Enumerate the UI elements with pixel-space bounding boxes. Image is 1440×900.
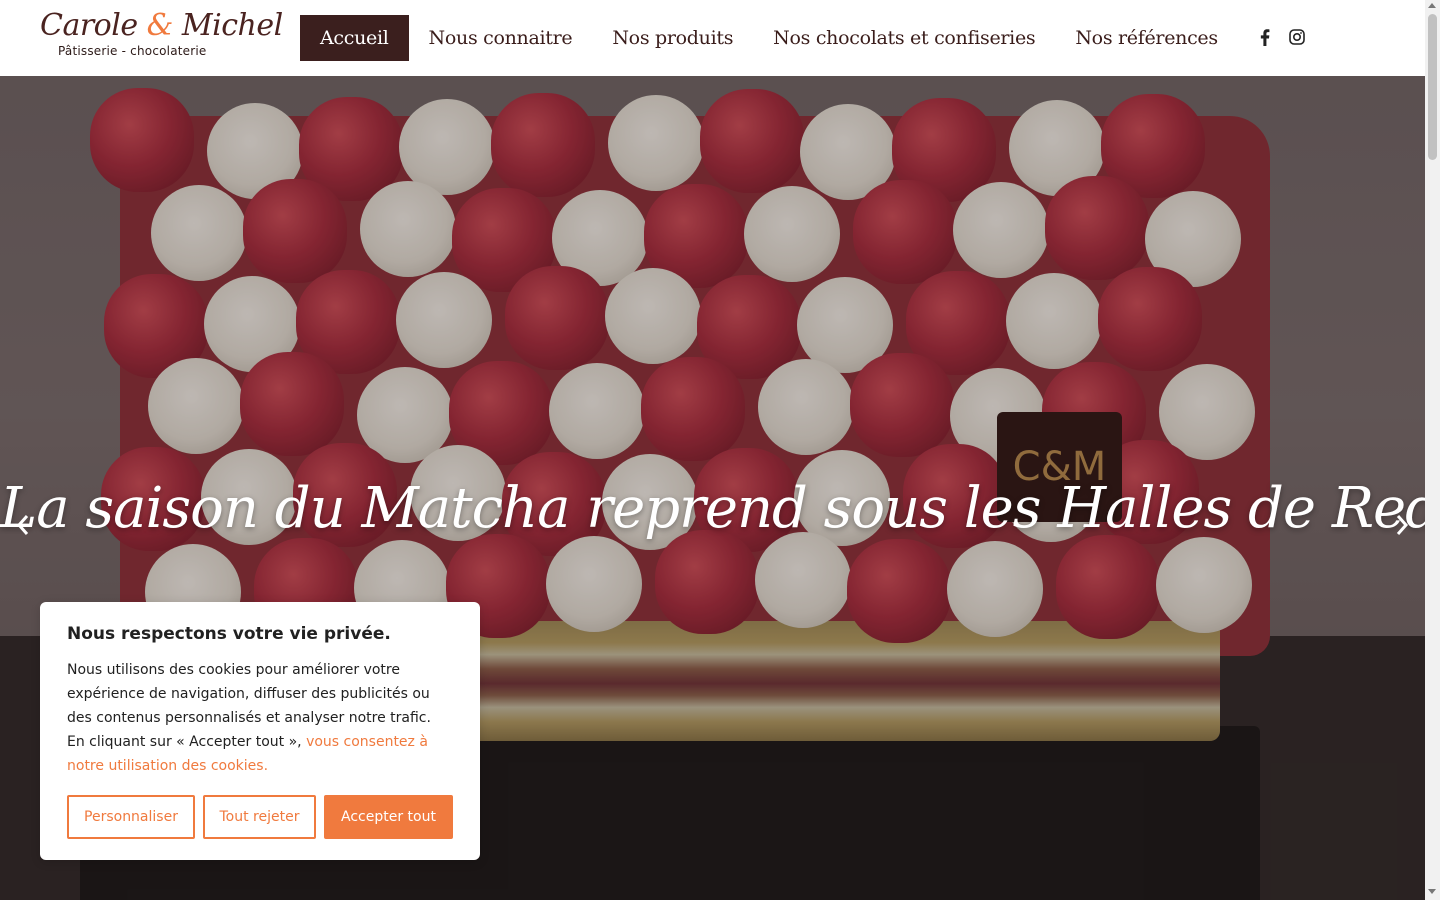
facebook-icon[interactable] xyxy=(1255,27,1275,47)
chevron-left-icon[interactable] xyxy=(8,508,38,542)
nav-item-nos-chocolats[interactable]: Nos chocolats et confiseries xyxy=(753,15,1055,61)
nav-item-nos-produits[interactable]: Nos produits xyxy=(592,15,753,61)
logo-name-1: Carole xyxy=(40,8,147,43)
scroll-up-arrow-icon[interactable] xyxy=(1428,3,1436,8)
nav-item-accueil[interactable]: Accueil xyxy=(300,15,409,61)
logo-script: Carole & Michel xyxy=(40,8,283,43)
chevron-right-icon[interactable] xyxy=(1387,508,1417,542)
cookie-text: Nous utilisons des cookies pour améliore… xyxy=(67,658,437,778)
scroll-thumb[interactable] xyxy=(1428,14,1437,160)
cookie-buttons: Personnaliser Tout rejeter Accepter tout xyxy=(67,795,453,839)
customize-button[interactable]: Personnaliser xyxy=(67,795,195,839)
logo-ampersand: & xyxy=(146,8,174,43)
hero-title: La saison du Matcha reprend sous les Hal… xyxy=(0,476,1425,541)
site-header: Carole & Michel Pâtisserie - chocolateri… xyxy=(0,0,1425,76)
reject-all-button[interactable]: Tout rejeter xyxy=(203,795,316,839)
scroll-down-arrow-icon[interactable] xyxy=(1428,889,1436,894)
logo-subtitle: Pâtisserie - chocolaterie xyxy=(58,44,207,58)
page-scrollbar[interactable] xyxy=(1425,0,1440,900)
logo-name-2: Michel xyxy=(172,8,283,43)
accept-all-button[interactable]: Accepter tout xyxy=(324,795,453,839)
nav-item-nous-connaitre[interactable]: Nous connaitre xyxy=(409,15,593,61)
cookie-title: Nous respectons votre vie privée. xyxy=(67,624,391,644)
main-nav: Accueil Nous connaitre Nos produits Nos … xyxy=(300,15,1238,61)
nav-item-nos-references[interactable]: Nos références xyxy=(1055,15,1237,61)
site-logo[interactable]: Carole & Michel Pâtisserie - chocolateri… xyxy=(40,8,283,64)
cookie-banner: Nous respectons votre vie privée. Nous u… xyxy=(40,602,480,860)
instagram-icon[interactable] xyxy=(1287,27,1307,47)
